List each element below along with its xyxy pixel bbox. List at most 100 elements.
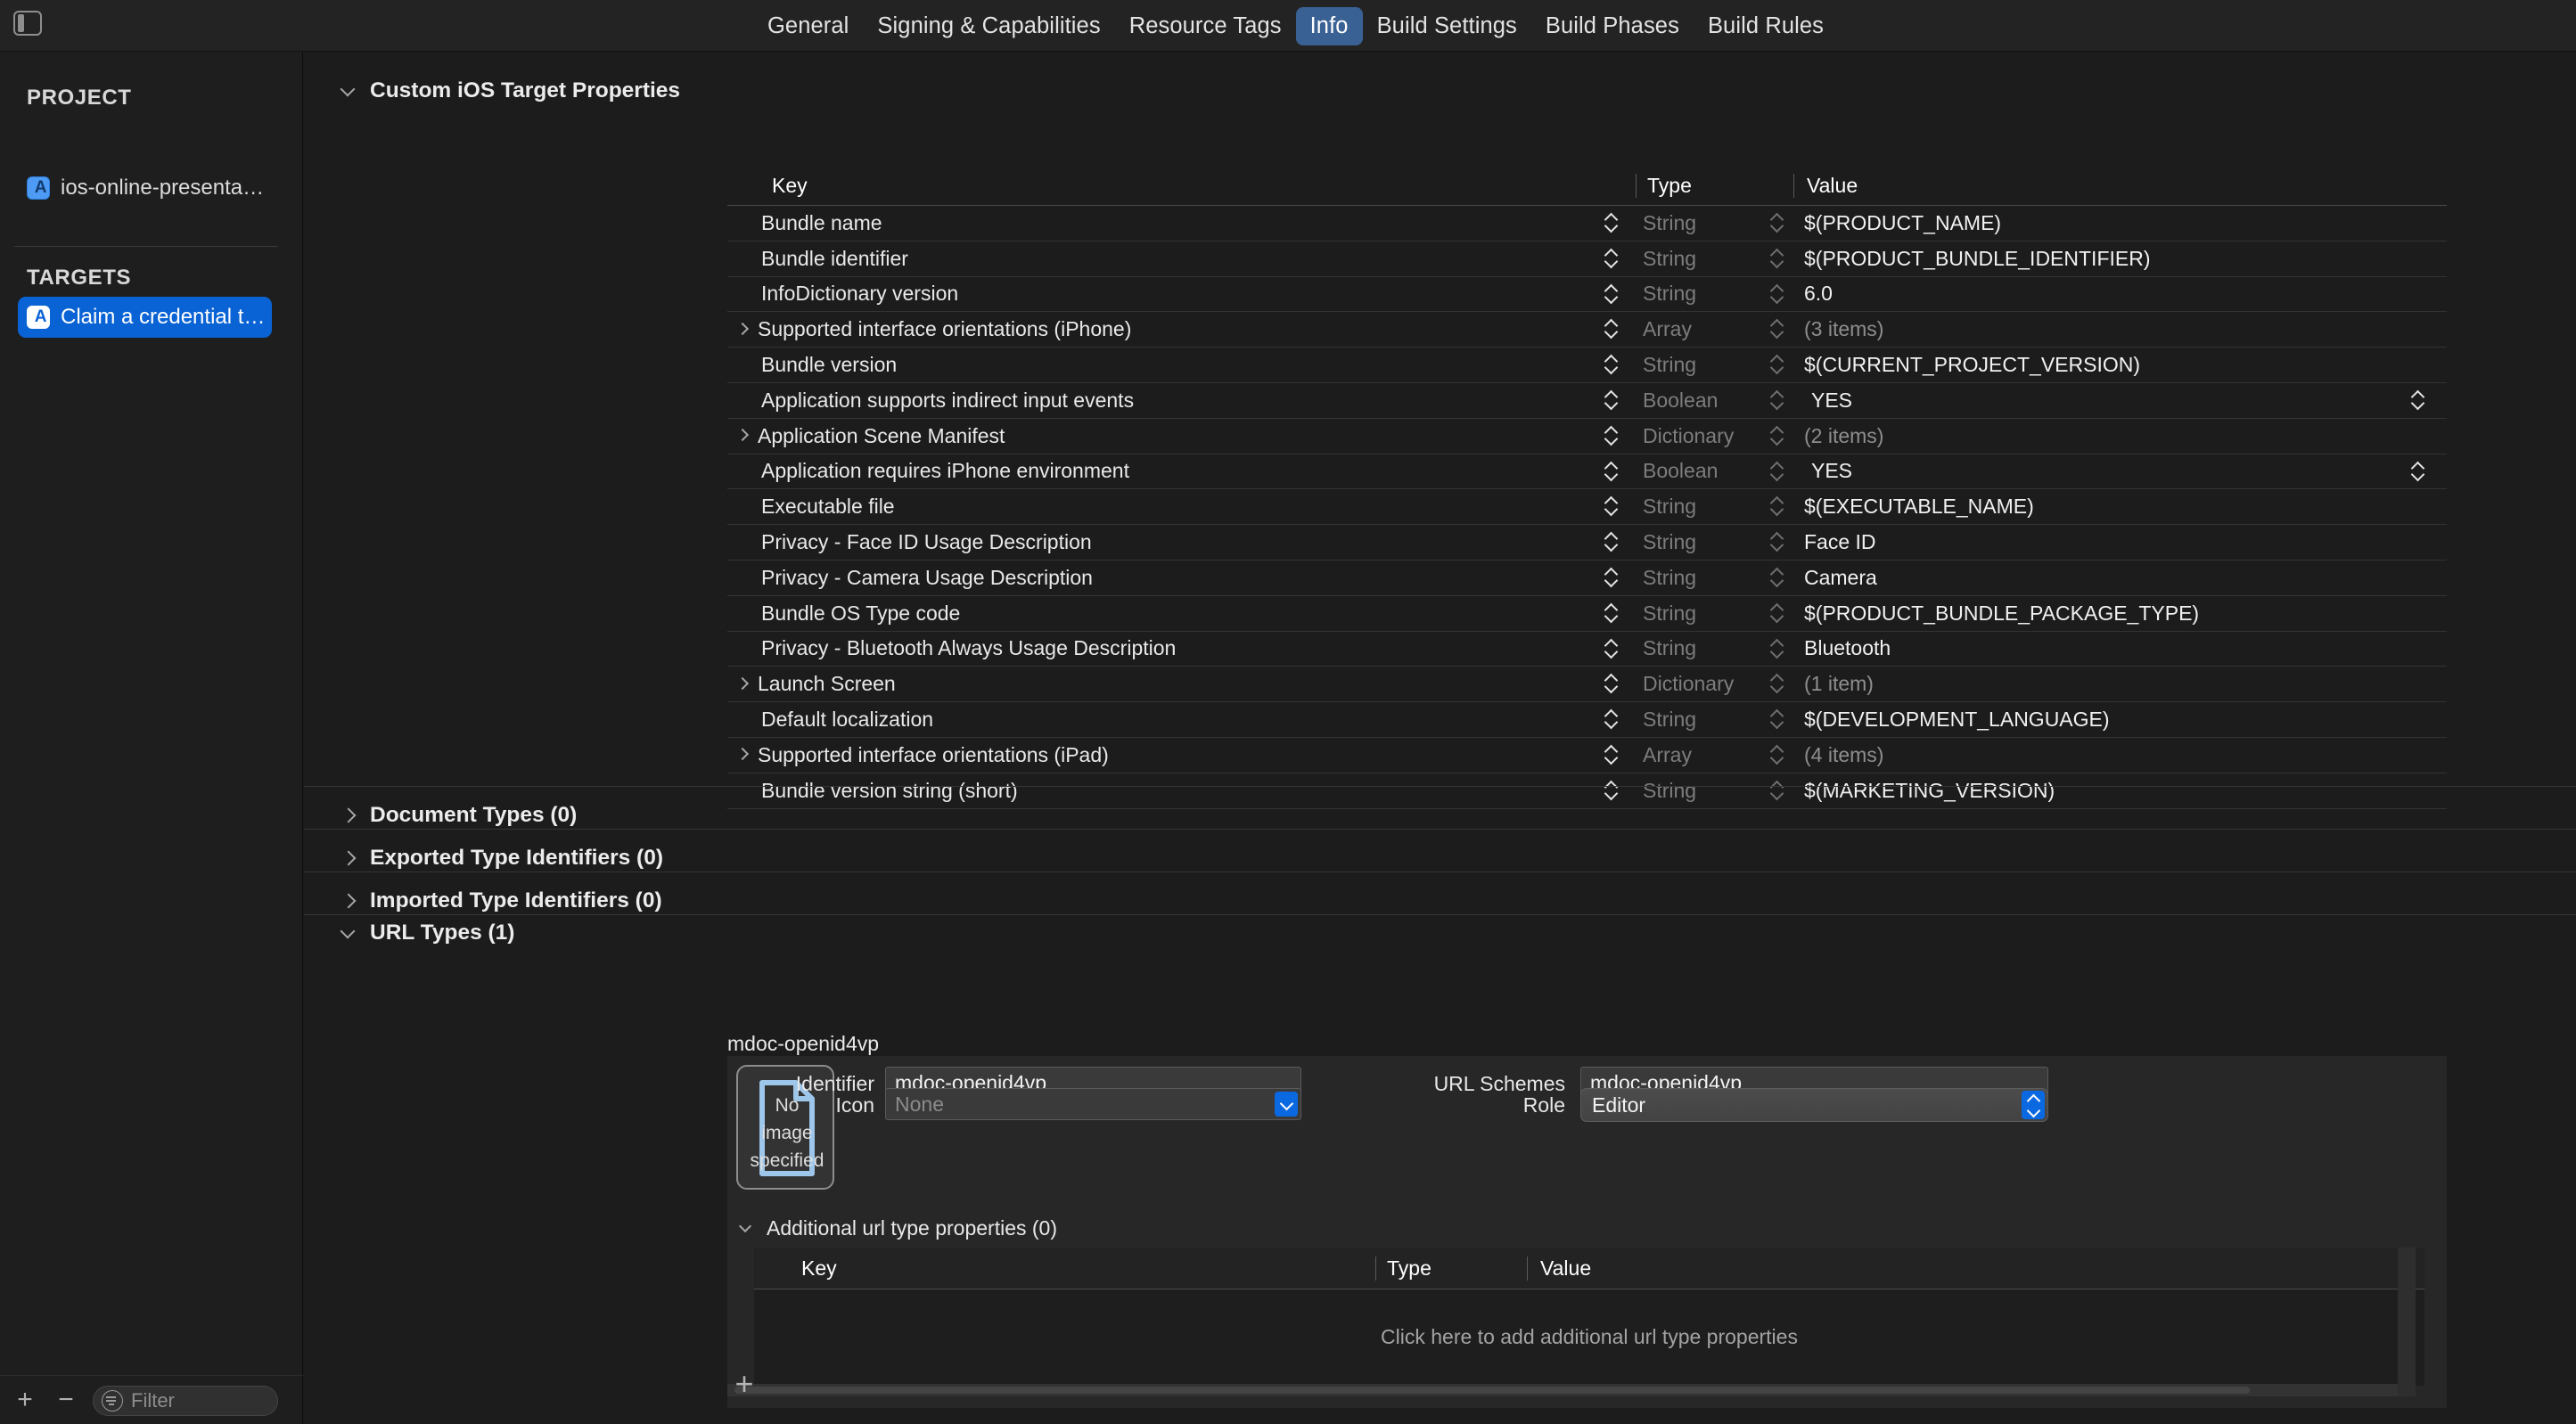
type-stepper-icon[interactable] [1770, 708, 1784, 730]
table-row[interactable]: Bundle identifierString$(PRODUCT_BUNDLE_… [727, 241, 2447, 277]
table-row[interactable]: Supported interface orientations (iPad)A… [727, 738, 2447, 773]
property-type-cell[interactable]: String [1636, 241, 1793, 276]
property-type-cell[interactable]: String [1636, 561, 1793, 595]
property-value-cell[interactable]: (3 items) [1793, 312, 2447, 347]
property-key-cell[interactable]: Supported interface orientations (iPhone… [727, 312, 1636, 347]
property-type-cell[interactable]: Boolean [1636, 383, 1793, 418]
additional-properties-empty-message[interactable]: Click here to add additional url type pr… [754, 1289, 2424, 1386]
type-stepper-icon[interactable] [1770, 531, 1784, 552]
property-value-cell[interactable]: $(DEVELOPMENT_LANGUAGE) [1793, 702, 2447, 737]
key-stepper-icon[interactable] [1604, 318, 1619, 340]
type-stepper-icon[interactable] [1770, 567, 1784, 588]
remove-target-button[interactable]: − [53, 1388, 78, 1413]
chevron-right-icon[interactable] [734, 321, 752, 339]
property-value-cell[interactable]: (1 item) [1793, 667, 2447, 701]
table-row[interactable]: Privacy - Camera Usage DescriptionString… [727, 561, 2447, 596]
property-key-cell[interactable]: Bundle version [727, 348, 1636, 382]
section-header-url-types[interactable]: URL Types (1) [340, 921, 514, 945]
key-stepper-icon[interactable] [1604, 389, 1619, 411]
property-key-cell[interactable]: Privacy - Bluetooth Always Usage Descrip… [727, 632, 1636, 667]
property-key-cell[interactable]: Privacy - Face ID Usage Description [727, 525, 1636, 560]
type-stepper-icon[interactable] [1770, 389, 1784, 411]
type-stepper-icon[interactable] [1770, 602, 1784, 624]
table-row[interactable]: Bundle OS Type codeString$(PRODUCT_BUNDL… [727, 596, 2447, 632]
value-stepper-icon[interactable] [2411, 461, 2425, 482]
property-key-cell[interactable]: Application Scene Manifest [727, 419, 1636, 454]
table-row[interactable]: Privacy - Face ID Usage DescriptionStrin… [727, 525, 2447, 561]
role-popup-button[interactable]: Editor [1580, 1088, 2048, 1122]
property-value-cell[interactable]: $(EXECUTABLE_NAME) [1793, 489, 2447, 524]
tab-info[interactable]: Info [1296, 7, 1363, 45]
add-url-type-button[interactable]: + [729, 1370, 759, 1400]
key-stepper-icon[interactable] [1604, 461, 1619, 482]
property-type-cell[interactable]: String [1636, 596, 1793, 631]
key-stepper-icon[interactable] [1604, 744, 1619, 765]
property-value-cell[interactable]: Face ID [1793, 525, 2447, 560]
property-value-cell[interactable]: Camera [1793, 561, 2447, 595]
key-stepper-icon[interactable] [1604, 425, 1619, 446]
tab-build-phases[interactable]: Build Phases [1531, 7, 1694, 45]
chevron-down-icon[interactable] [1275, 1092, 1298, 1117]
property-value-cell[interactable]: $(PRODUCT_BUNDLE_PACKAGE_TYPE) [1793, 596, 2447, 631]
table-row[interactable]: Launch ScreenDictionary(1 item) [727, 667, 2447, 702]
property-value-cell[interactable]: (4 items) [1793, 738, 2447, 773]
type-stepper-icon[interactable] [1770, 354, 1784, 375]
property-type-cell[interactable]: Boolean [1636, 454, 1793, 489]
property-key-cell[interactable]: Application supports indirect input even… [727, 383, 1636, 418]
tab-build-settings[interactable]: Build Settings [1363, 7, 1531, 45]
chevron-right-icon[interactable] [734, 746, 752, 764]
chevron-right-icon[interactable] [734, 427, 752, 445]
property-value-cell[interactable]: Bluetooth [1793, 632, 2447, 667]
property-value-cell[interactable]: (2 items) [1793, 419, 2447, 454]
table-row[interactable]: InfoDictionary versionString6.0 [727, 277, 2447, 313]
property-type-cell[interactable]: String [1636, 632, 1793, 667]
horizontal-scrollbar-thumb[interactable] [734, 1387, 2250, 1394]
value-stepper-icon[interactable] [2411, 389, 2425, 411]
property-type-cell[interactable]: String [1636, 206, 1793, 241]
property-type-cell[interactable]: Array [1636, 738, 1793, 773]
filter-input[interactable]: Filter [93, 1386, 278, 1416]
chevron-down-icon[interactable] [738, 1220, 756, 1238]
property-type-cell[interactable]: String [1636, 277, 1793, 312]
property-type-cell[interactable]: Array [1636, 312, 1793, 347]
property-type-cell[interactable]: String [1636, 525, 1793, 560]
chevron-right-icon[interactable] [340, 892, 357, 910]
property-value-cell[interactable]: YES [1793, 383, 2447, 418]
add-target-button[interactable]: + [12, 1388, 37, 1413]
sidebar-item-project[interactable]: A ios-online-presenta… [18, 168, 272, 209]
type-stepper-icon[interactable] [1770, 495, 1784, 517]
key-stepper-icon[interactable] [1604, 602, 1619, 624]
tab-build-rules[interactable]: Build Rules [1694, 7, 1838, 45]
type-stepper-icon[interactable] [1770, 673, 1784, 694]
table-row[interactable]: Bundle nameString$(PRODUCT_NAME) [727, 206, 2447, 241]
tab-general[interactable]: General [753, 7, 863, 45]
property-key-cell[interactable]: Launch Screen [727, 667, 1636, 701]
type-stepper-icon[interactable] [1770, 318, 1784, 340]
table-row[interactable]: Application requires iPhone environmentB… [727, 454, 2447, 490]
horizontal-scrollbar[interactable] [727, 1384, 2398, 1396]
tab-signing[interactable]: Signing & Capabilities [863, 7, 1114, 45]
table-row[interactable]: Bundle versionString$(CURRENT_PROJECT_VE… [727, 348, 2447, 383]
key-stepper-icon[interactable] [1604, 248, 1619, 269]
key-stepper-icon[interactable] [1604, 354, 1619, 375]
type-stepper-icon[interactable] [1770, 212, 1784, 233]
key-stepper-icon[interactable] [1604, 638, 1619, 659]
property-type-cell[interactable]: String [1636, 348, 1793, 382]
chevron-down-icon[interactable] [340, 82, 357, 100]
type-stepper-icon[interactable] [1770, 248, 1784, 269]
property-value-cell[interactable]: $(PRODUCT_BUNDLE_IDENTIFIER) [1793, 241, 2447, 276]
property-type-cell[interactable]: String [1636, 702, 1793, 737]
property-value-cell[interactable]: YES [1793, 454, 2447, 489]
key-stepper-icon[interactable] [1604, 531, 1619, 552]
table-row[interactable]: Default localizationString$(DEVELOPMENT_… [727, 702, 2447, 738]
section-header-exported-type-identifiers[interactable]: Exported Type Identifiers (0) [304, 829, 2576, 872]
property-type-cell[interactable]: Dictionary [1636, 667, 1793, 701]
table-row[interactable]: Supported interface orientations (iPhone… [727, 312, 2447, 348]
chevron-right-icon[interactable] [340, 806, 357, 824]
table-row[interactable]: Privacy - Bluetooth Always Usage Descrip… [727, 632, 2447, 667]
chevron-right-icon[interactable] [340, 849, 357, 867]
section-header-document-types[interactable]: Document Types (0) [304, 786, 2576, 829]
property-key-cell[interactable]: Bundle OS Type code [727, 596, 1636, 631]
key-stepper-icon[interactable] [1604, 708, 1619, 730]
property-key-cell[interactable]: Privacy - Camera Usage Description [727, 561, 1636, 595]
